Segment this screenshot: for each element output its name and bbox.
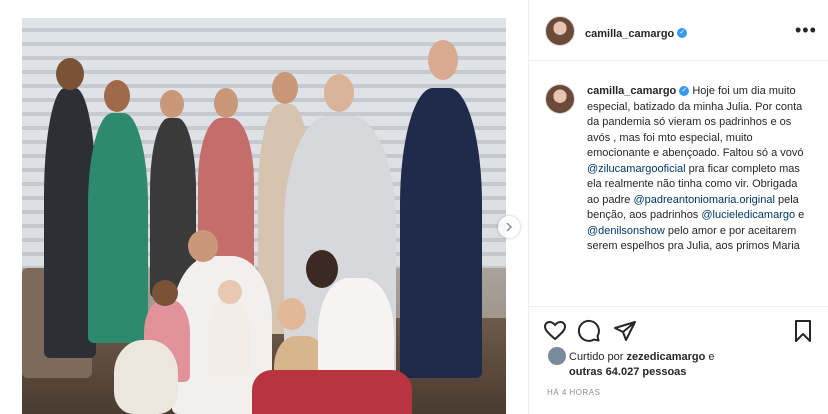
instagram-post: camilla_camargo ✓ ••• camilla_camargo ✓ Ho…: [0, 0, 828, 414]
child-head: [152, 280, 178, 306]
child-head: [278, 298, 306, 330]
liker-avatar[interactable]: [547, 346, 567, 366]
likes-prefix: Curtido por: [569, 351, 624, 363]
verified-badge-icon: ✓: [677, 27, 688, 38]
mention-link[interactable]: @lucieledicamargo: [701, 209, 795, 221]
person: [88, 113, 148, 343]
caption-username[interactable]: camilla_camargo: [587, 85, 676, 97]
person-head: [214, 88, 238, 118]
post-photo[interactable]: [22, 18, 506, 414]
caption-avatar[interactable]: [545, 84, 575, 114]
author-username[interactable]: camilla_camargo: [585, 28, 674, 40]
caption-text: e: [795, 209, 805, 221]
post-header: camilla_camargo ✓ •••: [529, 0, 828, 61]
author-avatar[interactable]: [545, 16, 575, 46]
mention-link[interactable]: @denilsonshow: [587, 225, 665, 237]
post-caption: camilla_camargo ✓ Hoje foi um dia muito e…: [587, 84, 811, 304]
post-sidebar: camilla_camargo ✓ ••• camilla_camargo ✓ Ho…: [528, 0, 828, 414]
likes-connector: e: [708, 351, 715, 363]
person-head: [104, 80, 130, 112]
red-cushion: [252, 370, 412, 414]
person: [400, 88, 482, 378]
author-line: camilla_camargo ✓: [585, 24, 688, 42]
person-head: [160, 90, 184, 118]
liker-username[interactable]: zezedicamargo: [626, 351, 705, 363]
person-head: [56, 58, 84, 90]
person-head: [188, 230, 218, 262]
verified-badge-icon: ✓: [679, 86, 690, 97]
post-timestamp[interactable]: HÁ 4 HORAS: [547, 388, 600, 397]
person-head: [306, 250, 338, 288]
person-head: [272, 72, 298, 104]
baby: [208, 300, 250, 376]
chevron-right-icon: [506, 222, 513, 232]
more-options-icon[interactable]: •••: [795, 20, 817, 41]
heart-icon[interactable]: [543, 319, 567, 343]
share-icon[interactable]: [613, 319, 637, 343]
bulldog: [114, 340, 178, 414]
comment-icon[interactable]: [577, 319, 601, 343]
next-photo-button[interactable]: [498, 216, 520, 238]
likes-count[interactable]: outras 64.027 pessoas: [569, 366, 686, 378]
priest-head: [324, 74, 354, 112]
likes-summary: Curtido por zezedicamargo e outras 64.02…: [569, 350, 715, 380]
person-head: [428, 40, 458, 80]
mention-link[interactable]: @zilucamargooficial: [587, 163, 686, 175]
mention-link[interactable]: @padreantoniomaria.original: [633, 194, 774, 206]
bookmark-icon[interactable]: [791, 319, 815, 343]
baby-head: [218, 280, 242, 304]
